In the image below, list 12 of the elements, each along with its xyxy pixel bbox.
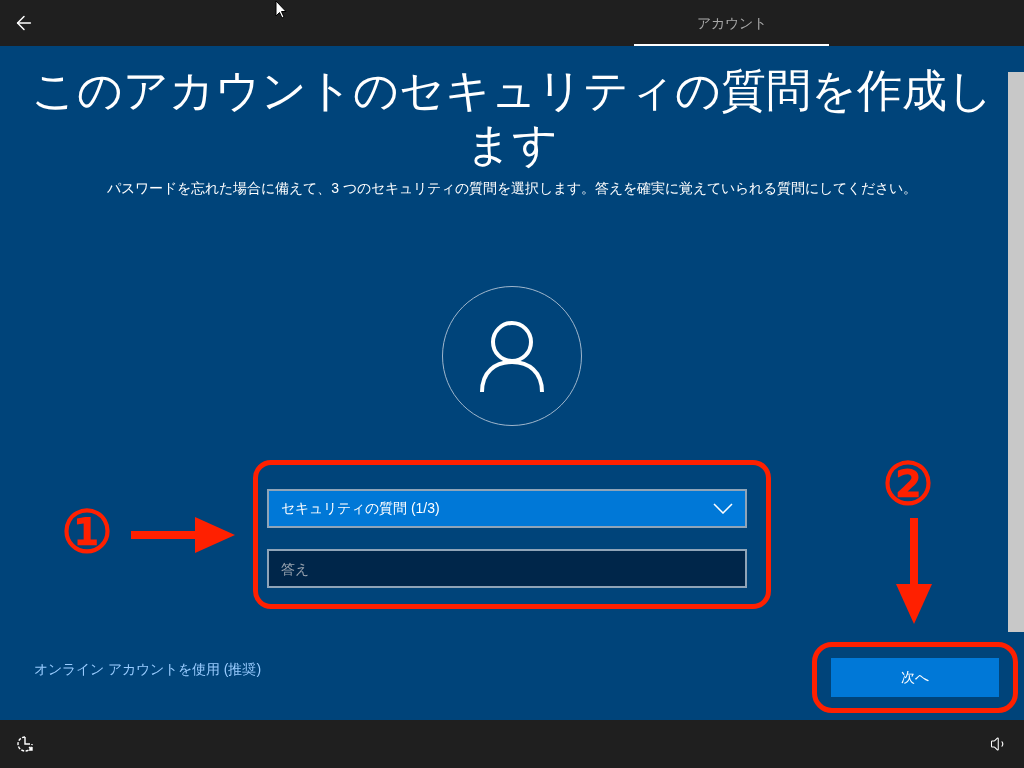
page-title: このアカウントのセキュリティの質問を作成します — [30, 64, 994, 172]
step-marker: ② — [882, 454, 934, 514]
answer-field[interactable]: 答え — [267, 549, 747, 588]
step-marker: ① — [61, 502, 113, 562]
page-description: パスワードを忘れた場合に備えて、3 つのセキュリティの質問を選択します。答えを確実に覚えていられる質問にしてください。 — [107, 179, 917, 198]
online-account-link[interactable]: オンライン アカウントを使用 (推奨) — [34, 659, 262, 680]
chevron-down-icon — [713, 503, 733, 514]
accessibility-icon[interactable] — [16, 735, 34, 753]
header-tab[interactable]: アカウント — [634, 0, 829, 46]
mouse-cursor-icon — [275, 0, 287, 19]
next-button[interactable]: 次へ — [831, 658, 999, 697]
question-dropdown[interactable]: セキュリティの質問 (1/3) — [267, 489, 747, 528]
